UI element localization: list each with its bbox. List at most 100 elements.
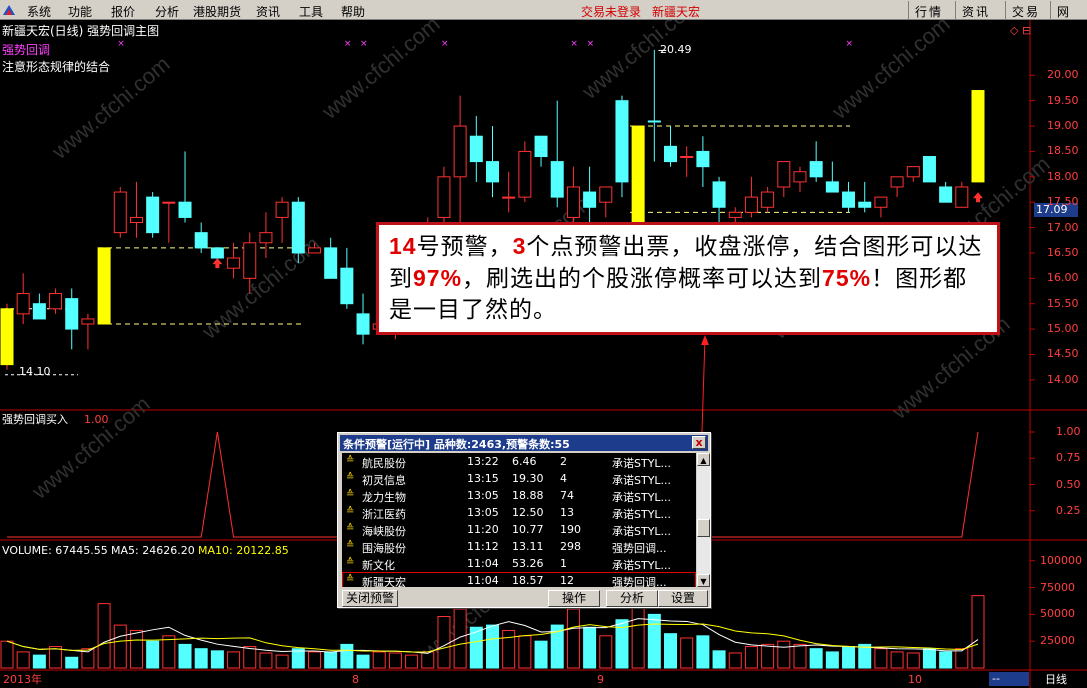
volume-bar <box>65 656 79 669</box>
alert-time: 11:12 <box>467 540 499 553</box>
alert-price: 10.77 <box>512 523 544 536</box>
alert-count: 190 <box>560 523 581 536</box>
volume-bar <box>32 654 46 669</box>
alert-row[interactable]: ≙ 龙力生物 13:05 18.88 74 承诺STYL... <box>342 487 696 504</box>
date-nav-button[interactable]: -- <box>989 672 1029 686</box>
analyze-button[interactable]: 分析 <box>606 590 658 607</box>
alert-row[interactable]: ≙ 新文化 11:04 53.26 1 承诺STYL... <box>342 555 696 572</box>
menu-system[interactable]: 系统 <box>27 3 51 20</box>
volume-bar <box>583 626 597 669</box>
menu-function[interactable]: 功能 <box>68 3 92 20</box>
volume-bar <box>421 651 435 669</box>
alert-star-icon: ≙ <box>346 506 355 517</box>
price-tick-label: 20.00 <box>1047 68 1079 82</box>
signal-x-marker: × <box>570 39 578 49</box>
price-tick-label: 17.50 <box>1047 195 1079 209</box>
alert-time: 13:22 <box>467 455 499 468</box>
alert-titlebar[interactable]: 条件预警[运行中] 品种数:2463,预警条数:55 x <box>340 435 708 451</box>
alert-stock-name: 新文化 <box>362 559 395 572</box>
tab-trade[interactable]: 交易 <box>1005 1 1046 19</box>
login-status[interactable]: 交易未登录 <box>581 3 641 20</box>
chart-title: 新疆天宏(日线) 强势回调主图 <box>2 24 160 38</box>
candle-body <box>340 267 354 305</box>
scroll-down-icon[interactable]: ▼ <box>697 574 710 587</box>
candle-body <box>518 150 532 198</box>
alert-scrollbar[interactable]: ▲ ▼ <box>697 453 710 587</box>
candle-body <box>809 161 823 178</box>
volume-bar <box>324 651 338 669</box>
signal-x-marker: × <box>117 39 125 49</box>
candle-body <box>97 247 111 325</box>
scroll-up-icon[interactable]: ▲ <box>697 453 710 466</box>
alert-star-icon: ≙ <box>346 472 355 483</box>
signal-x-marker: × <box>587 39 595 49</box>
alert-strategy: 承诺STYL... <box>612 474 672 487</box>
ma10-label: MA10: 20122.85 <box>198 544 289 557</box>
menu-tools[interactable]: 工具 <box>299 3 323 20</box>
alert-row[interactable]: ≙ 初灵信息 13:15 19.30 4 承诺STYL... <box>342 470 696 487</box>
volume-bar <box>97 603 111 669</box>
alert-list[interactable]: ≙ 航民股份 13:22 6.46 2 承诺STYL... ≙ 初灵信息 13:15 19.30 4… <box>342 453 696 587</box>
volume-bar <box>259 652 273 669</box>
volume-tick-label: 25000 <box>1040 634 1075 648</box>
tab-news[interactable]: 资讯 <box>955 1 996 19</box>
menu-news[interactable]: 资讯 <box>256 3 280 20</box>
menu-help[interactable]: 帮助 <box>341 3 365 20</box>
candle-body <box>664 145 678 163</box>
alert-row[interactable]: ≙ 围海股份 11:12 13.11 298 强势回调... <box>342 538 696 555</box>
alert-row[interactable]: ≙ 新疆天宏 11:04 18.57 12 强势回调... <box>342 572 696 587</box>
alert-row[interactable]: ≙ 海峡股份 11:20 10.77 190 承诺STYL... <box>342 521 696 538</box>
candle-body <box>615 100 629 183</box>
alert-star-icon: ≙ <box>346 540 355 551</box>
volume-label: VOLUME: 67445.55 <box>2 544 108 557</box>
indicator-tick-label: 1.00 <box>1056 425 1081 438</box>
alert-price: 13.11 <box>512 540 544 553</box>
price-tick-label: 17.00 <box>1047 220 1079 234</box>
annotation-highlight: 3 <box>512 233 527 259</box>
volume-bar <box>728 652 742 669</box>
price-tick-label: 19.00 <box>1047 119 1079 133</box>
volume-tick-label: 100000 <box>1040 553 1082 567</box>
candle-body <box>259 232 273 244</box>
volume-bar <box>356 654 370 669</box>
volume-bar <box>162 635 176 669</box>
alert-star-icon: ≙ <box>346 523 355 534</box>
annotation-callout: 14号预警，3个点预警出票，收盘涨停，结合图形可以达到97%，刷选出的个股涨停概… <box>376 222 1000 335</box>
alert-close-icon[interactable]: x <box>692 436 706 449</box>
menu-hk-futures[interactable]: 港股期货 <box>193 3 241 20</box>
candle-body <box>194 232 208 249</box>
app-logo-icon <box>3 5 15 15</box>
tab-quotes[interactable]: 行情 <box>908 1 949 19</box>
chart-options-icon[interactable]: ◇ ⊟ <box>1010 25 1031 37</box>
price-tick-label: 15.00 <box>1047 322 1079 336</box>
watermark-text: www.cfchi.com <box>316 20 444 124</box>
tab-online[interactable]: 网上 <box>1050 1 1087 36</box>
scroll-thumb[interactable] <box>697 519 710 537</box>
close-alert-button[interactable]: 关闭预警 <box>342 590 398 607</box>
alert-window[interactable]: 条件预警[运行中] 品种数:2463,预警条数:55 x ≙ 航民股份 13:22 6… <box>337 432 711 608</box>
alert-row[interactable]: ≙ 浙江医药 13:05 12.50 13 承诺STYL... <box>342 504 696 521</box>
volume-bar <box>939 651 953 669</box>
candle-body <box>842 191 856 208</box>
settings-button[interactable]: 设置 <box>658 590 708 607</box>
watermark-text: www.cfchi.com <box>826 20 954 124</box>
alert-strategy: 承诺STYL... <box>612 491 672 504</box>
volume-bar <box>146 640 160 669</box>
candle-body <box>744 196 758 213</box>
candle-body <box>712 181 726 208</box>
volume-bar <box>858 643 872 669</box>
volume-bar <box>971 595 985 669</box>
volume-bar <box>437 616 451 669</box>
volume-bar <box>809 648 823 669</box>
volume-bar <box>113 624 127 669</box>
candle-body <box>178 201 192 218</box>
volume-bar <box>777 640 791 669</box>
alert-row[interactable]: ≙ 航民股份 13:22 6.46 2 承诺STYL... <box>342 453 696 470</box>
candle-body <box>291 201 305 254</box>
menu-quote[interactable]: 报价 <box>111 3 135 20</box>
period-label[interactable]: 日线 <box>1045 674 1067 686</box>
alert-price: 18.88 <box>512 489 544 502</box>
operate-button[interactable]: 操作 <box>548 590 600 607</box>
menu-analysis[interactable]: 分析 <box>155 3 179 20</box>
high-price-label: 20.49 <box>660 43 692 56</box>
